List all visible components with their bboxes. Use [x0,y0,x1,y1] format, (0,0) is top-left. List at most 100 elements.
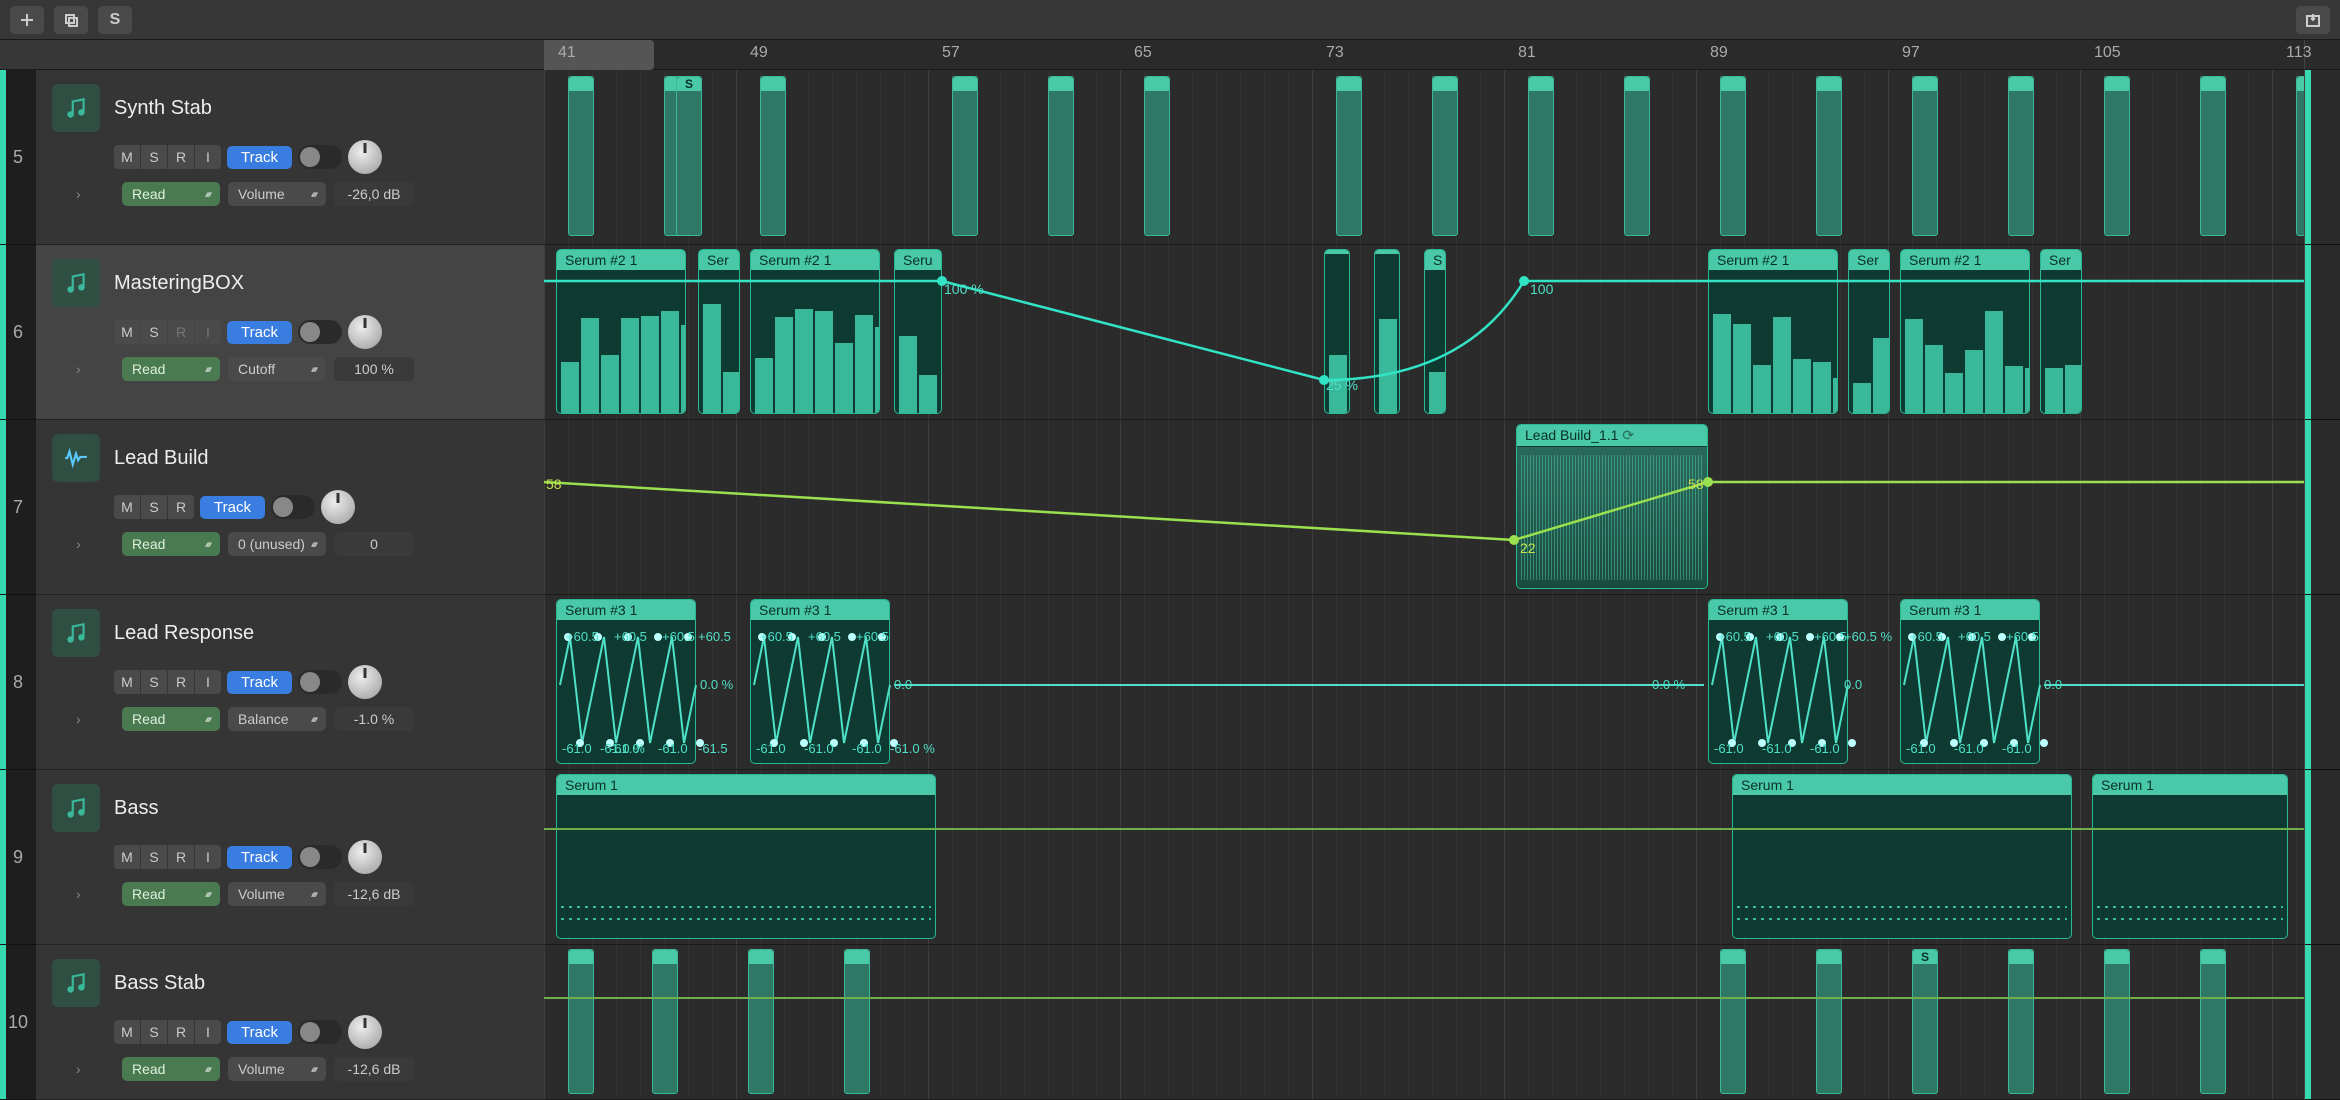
midi-region[interactable] [1912,76,1938,236]
msri-m-button[interactable]: M [114,320,140,344]
automation-mode-select[interactable]: Read▴▾ [122,707,220,731]
midi-region[interactable] [2200,76,2226,236]
midi-region[interactable]: Ser [698,249,740,414]
pan-knob[interactable] [348,315,382,349]
automation-toggle[interactable] [298,320,342,344]
automation-line[interactable] [544,997,2304,999]
track-mode-pill[interactable]: Track [200,496,265,519]
solo-toggle-button[interactable]: S [98,6,132,34]
arrange-lane[interactable]: Serum 1 Serum 1 Serum 1 [544,770,2304,945]
midi-region[interactable]: S [1912,949,1938,1094]
midi-region[interactable]: Serum 1 [2092,774,2288,939]
automation-value[interactable]: 0 [334,532,414,556]
pan-knob[interactable] [348,665,382,699]
midi-region[interactable] [2296,76,2304,236]
track-mode-pill[interactable]: Track [227,846,292,869]
track-name[interactable]: MasteringBOX [114,272,244,295]
midi-region[interactable] [1144,76,1170,236]
midi-region[interactable] [2104,76,2130,236]
msri-i-button[interactable]: I [195,845,221,869]
msri-m-button[interactable]: M [114,845,140,869]
msri-i-button[interactable]: I [195,145,221,169]
pan-knob[interactable] [348,1015,382,1049]
automation-toggle[interactable] [298,145,342,169]
automation-mode-select[interactable]: Read▴▾ [122,1057,220,1081]
automation-value[interactable]: -26,0 dB [334,182,414,206]
midi-region[interactable]: Serum #3 1 [750,599,890,764]
midi-region[interactable] [1528,76,1554,236]
midi-region[interactable] [1336,76,1362,236]
automation-toggle[interactable] [298,845,342,869]
disclosure-chevron-icon[interactable]: › [76,711,96,727]
midi-region[interactable] [1624,76,1650,236]
automation-toggle[interactable] [298,1020,342,1044]
arrange-lane[interactable]: S [544,945,2304,1100]
midi-region[interactable] [652,949,678,1094]
automation-mode-select[interactable]: Read▴▾ [122,882,220,906]
msri-m-button[interactable]: M [114,495,140,519]
track-number[interactable]: 9 [0,770,36,945]
track-header[interactable]: Synth Stab MSRI Track › Read▴▾ Volume▴▾ … [36,70,544,245]
track-name[interactable]: Bass Stab [114,972,205,995]
automation-mode-select[interactable]: Read▴▾ [122,532,220,556]
midi-region[interactable]: Serum #2 1 [556,249,686,414]
add-button[interactable] [10,6,44,34]
arrange-area[interactable]: SSerum #2 1SerSerum #2 1SeruSSerum #2 1S… [544,70,2304,1100]
automation-param-select[interactable]: Balance▴▾ [228,707,326,731]
msri-s-button[interactable]: S [141,1020,167,1044]
midi-region[interactable] [568,949,594,1094]
track-mode-pill[interactable]: Track [227,1021,292,1044]
automation-value[interactable]: 100 % [334,357,414,381]
midi-region[interactable] [2104,949,2130,1094]
automation-toggle[interactable] [271,495,315,519]
midi-region[interactable]: Serum #3 1 [1900,599,2040,764]
track-number[interactable]: 5 [0,70,36,245]
midi-region[interactable] [2008,949,2034,1094]
import-button[interactable] [2296,6,2330,34]
midi-region[interactable] [760,76,786,236]
track-number[interactable]: 8 [0,595,36,770]
midi-region[interactable]: Seru [894,249,942,414]
track-header[interactable]: Lead Build MSR Track › Read▴▾ 0 (unused)… [36,420,544,595]
disclosure-chevron-icon[interactable]: › [76,886,96,902]
track-header[interactable]: Lead Response MSRI Track › Read▴▾ Balanc… [36,595,544,770]
midi-region[interactable]: S [1424,249,1446,414]
msri-r-button[interactable]: R [168,670,194,694]
automation-line[interactable] [544,828,2304,830]
midi-region[interactable]: Serum 1 [1732,774,2072,939]
msri-r-button[interactable]: R [168,845,194,869]
msri-r-button[interactable]: R [168,145,194,169]
msri-m-button[interactable]: M [114,1020,140,1044]
midi-region[interactable] [2200,949,2226,1094]
disclosure-chevron-icon[interactable]: › [76,1061,96,1077]
track-mode-pill[interactable]: Track [227,146,292,169]
midi-region[interactable] [952,76,978,236]
midi-region[interactable]: Ser [1848,249,1890,414]
arrange-lane[interactable]: Lead Build_1.1 ⟳ 585822 [544,420,2304,595]
msri-r-button[interactable]: R [168,495,194,519]
duplicate-button[interactable] [54,6,88,34]
track-number[interactable]: 7 [0,420,36,595]
midi-region[interactable] [1720,76,1746,236]
track-mode-pill[interactable]: Track [227,671,292,694]
midi-region[interactable] [1816,949,1842,1094]
track-number[interactable]: 10 [0,945,36,1100]
automation-value[interactable]: -1.0 % [334,707,414,731]
track-header[interactable]: Bass Stab MSRI Track › Read▴▾ Volume▴▾ -… [36,945,544,1100]
midi-region[interactable] [2008,76,2034,236]
midi-region[interactable] [1374,249,1400,414]
midi-region[interactable]: Serum #3 1 [556,599,696,764]
automation-mode-select[interactable]: Read▴▾ [122,357,220,381]
msri-m-button[interactable]: M [114,670,140,694]
msri-i-button[interactable]: I [195,670,221,694]
disclosure-chevron-icon[interactable]: › [76,186,96,202]
automation-toggle[interactable] [298,670,342,694]
midi-region[interactable]: Serum #2 1 [1900,249,2030,414]
midi-region[interactable] [568,76,594,236]
automation-param-select[interactable]: Volume▴▾ [228,1057,326,1081]
track-number[interactable]: 6 [0,245,36,420]
disclosure-chevron-icon[interactable]: › [76,361,96,377]
msri-s-button[interactable]: S [141,670,167,694]
automation-param-select[interactable]: 0 (unused)▴▾ [228,532,326,556]
audio-region[interactable]: Lead Build_1.1 ⟳ [1516,424,1708,589]
